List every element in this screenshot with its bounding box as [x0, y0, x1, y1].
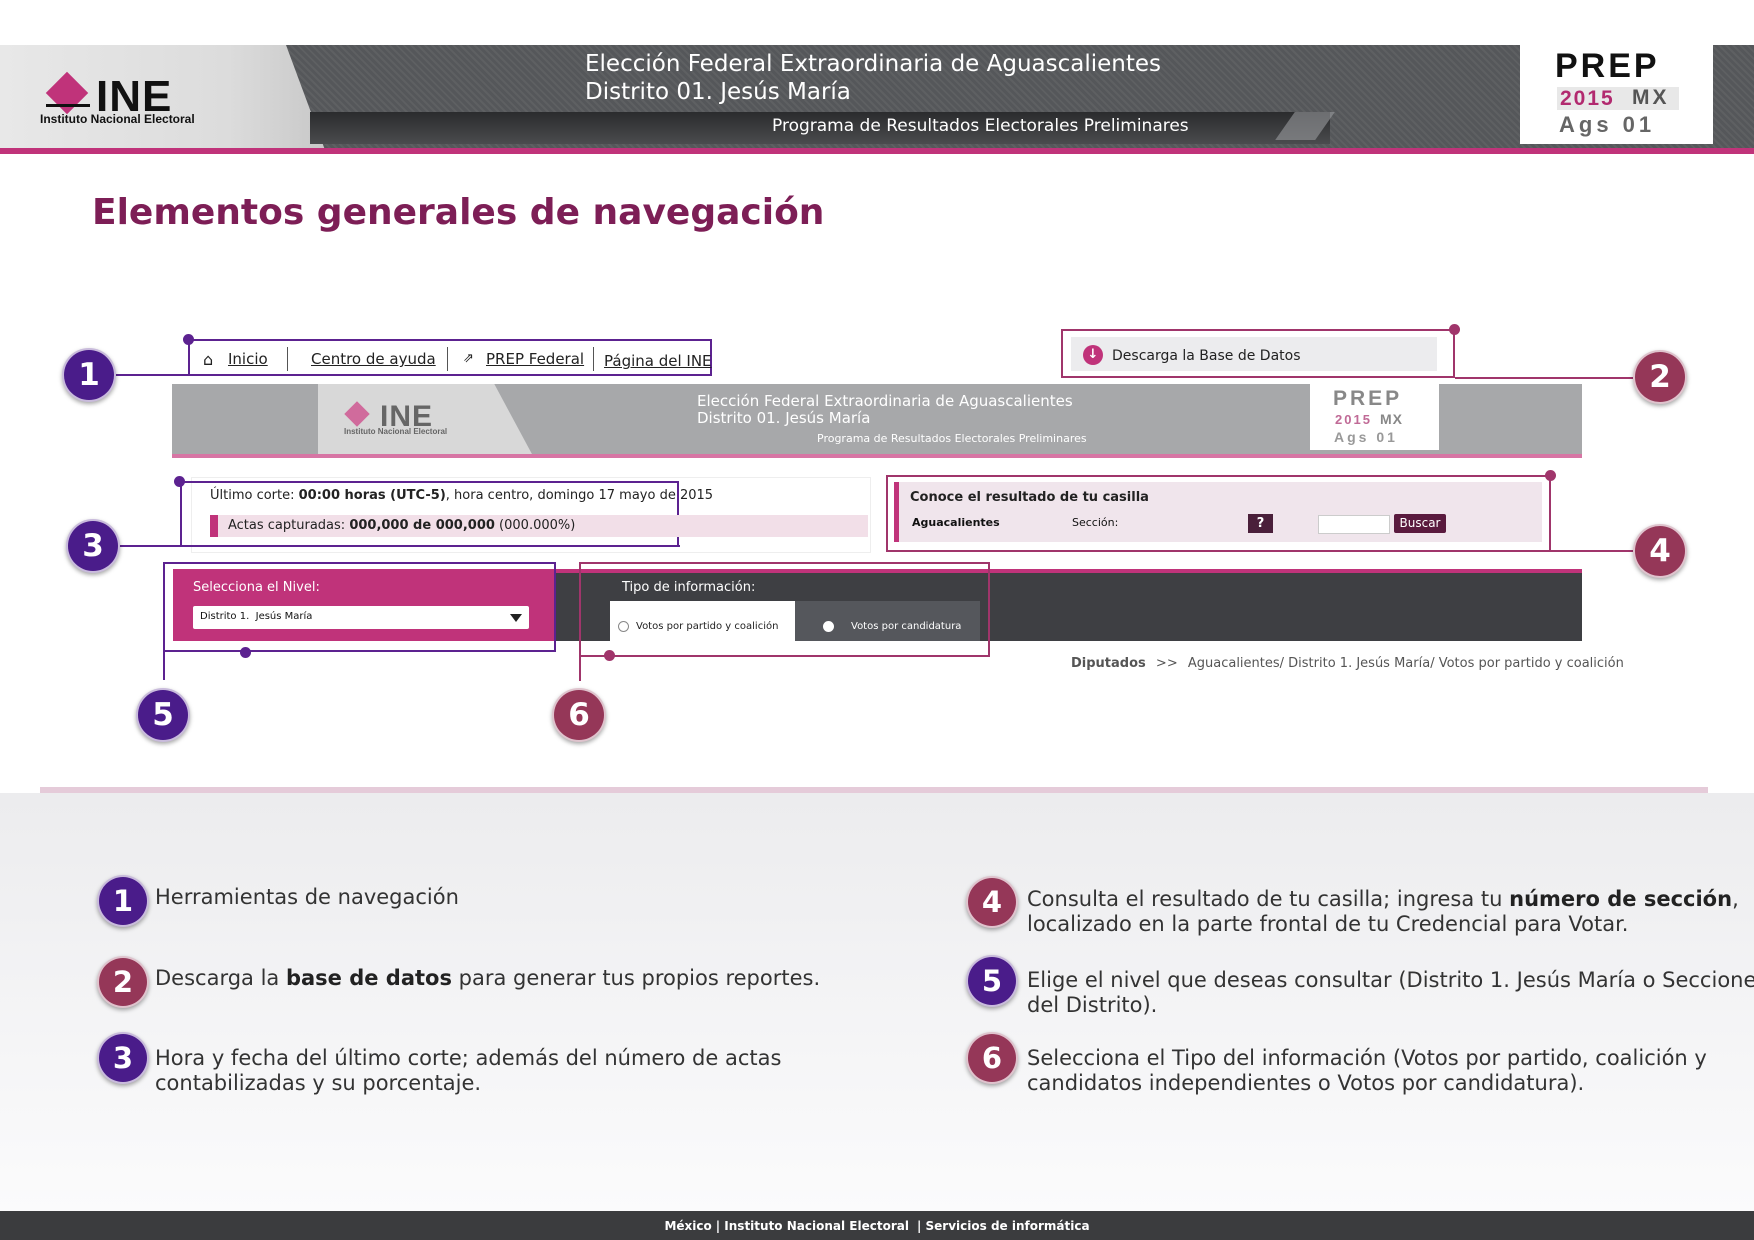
seccion-input[interactable]	[1318, 515, 1390, 534]
header-title-line1: Elección Federal Extraordinaria de Aguas…	[585, 51, 1162, 77]
mini-prep-logo: PREP 2015 MX Ags 01	[1310, 384, 1439, 450]
legend-text-4-line1: Consulta el resultado de tu casilla; ing…	[1027, 887, 1739, 911]
header-title-line2: Distrito 01. Jesús María	[585, 79, 851, 105]
casilla-title: Conoce el resultado de tu casilla	[910, 490, 1149, 505]
legend-badge-4: 4	[966, 876, 1018, 928]
legend-text-6-line1: Selecciona el Tipo del información (Voto…	[1027, 1046, 1707, 1070]
home-icon: ⌂	[203, 350, 214, 369]
download-icon: ↓	[1083, 345, 1103, 365]
callout-badge-2: 2	[1633, 350, 1687, 404]
nivel-frame	[163, 562, 556, 652]
nav-link-ayuda[interactable]: Centro de ayuda	[311, 350, 436, 368]
breadcrumb-level: Diputados	[1071, 656, 1146, 671]
casilla-frame	[886, 475, 1551, 552]
mini-title-line2: Distrito 01. Jesús María	[697, 409, 871, 427]
external-link-icon: ⇗	[463, 351, 474, 366]
mini-program: Programa de Resultados Electorales Preli…	[817, 432, 1087, 445]
legend-badge-6: 6	[966, 1032, 1018, 1084]
legend-text-1: Herramientas de navegación	[155, 885, 459, 909]
callout-badge-3: 3	[66, 519, 120, 573]
prep-logo: PREP 2015 MX Ags 01	[1520, 45, 1713, 144]
legend-text-2: Descarga la base de datos para generar t…	[155, 966, 821, 990]
legend-text-5-line2: del Distrito).	[1027, 993, 1158, 1017]
legend-text-4-line2: localizado en la parte frontal de tu Cre…	[1027, 912, 1629, 936]
header-accent-strip	[0, 148, 1754, 154]
mini-title-line1: Elección Federal Extraordinaria de Aguas…	[697, 392, 1073, 410]
buscar-button[interactable]: Buscar	[1394, 514, 1446, 533]
legend-text-5-line1: Elige el nivel que deseas consultar (Dis…	[1027, 968, 1754, 992]
legend-badge-5: 5	[966, 955, 1018, 1007]
prep-logo-mx: MX	[1632, 86, 1670, 109]
ine-logo-subtitle: Instituto Nacional Electoral	[40, 112, 195, 126]
footer-ine: | Instituto Nacional Electoral	[715, 1218, 909, 1233]
legend-badge-2: 2	[97, 956, 149, 1008]
legend-badge-3: 3	[97, 1032, 149, 1084]
footer-mexico: México	[664, 1218, 712, 1233]
casilla-state: Aguacalientes	[912, 516, 1000, 529]
callout-badge-6: 6	[552, 688, 606, 742]
prep-logo-ags: Ags 01	[1559, 112, 1656, 137]
prep-logo-year: 2015	[1560, 87, 1615, 110]
mini-ine-subtitle: Instituto Nacional Electoral	[344, 427, 448, 436]
footer: México | Instituto Nacional Electoral | …	[0, 1211, 1754, 1240]
footer-servicios: | Servicios de informática	[916, 1218, 1090, 1233]
nav-link-pagina-ine[interactable]: Página del INE	[604, 352, 712, 370]
header-program: Programa de Resultados Electorales Preli…	[772, 116, 1189, 136]
download-label: Descarga la Base de Datos	[1112, 348, 1301, 364]
nav-link-inicio[interactable]: Inicio	[228, 350, 268, 368]
prep-logo-word: PREP	[1555, 47, 1660, 85]
casilla-seccion-label: Sección:	[1072, 516, 1119, 529]
callout-badge-4: 4	[1633, 524, 1687, 578]
callout-badge-5: 5	[136, 688, 190, 742]
breadcrumb-path: Aguacalientes/ Distrito 1. Jesús María/ …	[1187, 656, 1624, 671]
breadcrumb: Diputados >> Aguacalientes/ Distrito 1. …	[1071, 656, 1624, 671]
actas-text: Actas capturadas: 000,000 de 000,000 (00…	[228, 518, 576, 533]
corte-text: Último corte: 00:00 horas (UTC-5), hora …	[210, 488, 714, 503]
legend-panel	[0, 793, 1754, 1211]
legend-text-3-line2: contabilizadas y su porcentaje.	[155, 1071, 482, 1095]
nav-link-prep-federal[interactable]: PREP Federal	[486, 350, 584, 368]
callout-badge-1: 1	[62, 348, 116, 402]
page-title: Elementos generales de navegación	[92, 192, 825, 233]
tipo-frame	[579, 562, 990, 657]
legend-text-3-line1: Hora y fecha del último corte; además de…	[155, 1046, 782, 1070]
section-divider	[40, 787, 1708, 793]
legend-badge-1: 1	[97, 875, 149, 927]
legend-text-6-line2: candidatos independientes o Votos por ca…	[1027, 1071, 1585, 1095]
help-button[interactable]: ?	[1248, 514, 1273, 533]
